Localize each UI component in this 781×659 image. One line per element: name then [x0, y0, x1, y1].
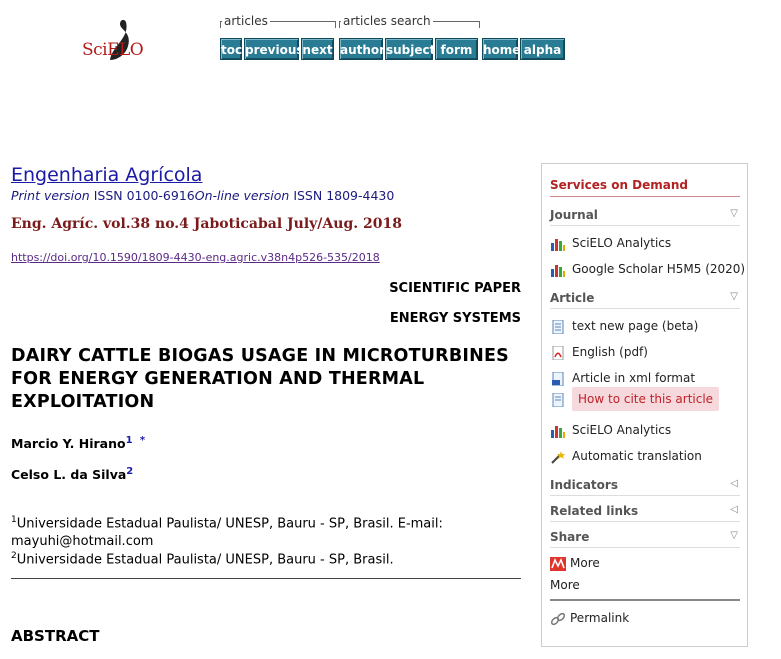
divider	[11, 578, 521, 579]
issn-online-label: On-line version	[194, 188, 290, 203]
article-item-label: text new page (beta)	[572, 319, 699, 333]
chevron-left-icon: ◁	[730, 504, 738, 515]
bar-chart-icon	[551, 425, 565, 438]
articles-group-label: articles	[222, 14, 270, 28]
text-new-page-link[interactable]: text new page (beta)	[550, 319, 698, 334]
bar-chart-icon	[551, 264, 565, 277]
affiliation-1-text: Universidade Estadual Paulista/ UNESP, B…	[11, 516, 443, 550]
scielo-logo[interactable]: SciELO	[78, 16, 148, 72]
journal-item-label: SciELO Analytics	[572, 236, 672, 250]
section-topic: ENERGY SYSTEMS	[389, 311, 521, 326]
subject-button[interactable]: subject	[385, 38, 435, 60]
author-1-affiliation-link[interactable]: 1	[126, 435, 133, 446]
share-icon	[550, 556, 566, 571]
article-scielo-analytics[interactable]: SciELO Analytics	[550, 423, 671, 438]
issn-print-label: Print version	[11, 188, 90, 203]
how-to-cite-link[interactable]: How to cite this article	[550, 387, 720, 411]
services-sidebar: Services on Demand Journal ▽ SciELO Anal…	[541, 163, 748, 647]
google-scholar-link[interactable]: Google Scholar H5M5 (2020)	[550, 262, 745, 277]
share-divider	[550, 599, 740, 601]
affiliation-2: 2Universidade Estadual Paulista/ UNESP, …	[11, 547, 491, 569]
chevron-down-icon: ▽	[730, 208, 738, 219]
author-1-correspondence-link[interactable]: *	[140, 435, 145, 446]
permalink-link[interactable]: Permalink	[550, 611, 629, 626]
related-links-section-toggle[interactable]: Related links ◁	[550, 504, 740, 522]
xml-format-link[interactable]: Article in xml format	[550, 371, 695, 386]
article-section-toggle[interactable]: Article ▽	[550, 291, 740, 309]
home-button[interactable]: home	[482, 38, 520, 60]
indicators-section-toggle[interactable]: Indicators ◁	[550, 478, 740, 496]
doi-link[interactable]: https://doi.org/10.1590/1809-4430-eng.ag…	[11, 251, 380, 264]
magic-wand-icon	[551, 450, 565, 464]
share-section-toggle[interactable]: Share ▽	[550, 530, 740, 548]
author-2-affiliation-link[interactable]: 2	[126, 466, 133, 477]
section-type: SCIENTIFIC PAPER	[389, 281, 521, 296]
document-icon	[552, 392, 564, 407]
issn-print: ISSN 0100-6916	[93, 188, 195, 203]
share-section-label: Share	[550, 530, 590, 544]
toc-button[interactable]: toc	[220, 38, 242, 60]
journal-item-label: Google Scholar H5M5 (2020)	[572, 262, 746, 276]
logo-text: SciELO	[82, 40, 144, 60]
issn-online: ISSN 1809-4430	[293, 188, 395, 203]
link-icon	[550, 612, 566, 625]
form-button[interactable]: form	[435, 38, 478, 60]
alpha-button[interactable]: alpha	[520, 38, 565, 60]
next-button[interactable]: next	[301, 38, 334, 60]
share-more-button[interactable]: More	[550, 556, 600, 571]
indicators-section-label: Indicators	[550, 478, 618, 492]
permalink-label: Permalink	[570, 611, 630, 625]
article-item-label: Article in xml format	[572, 371, 696, 385]
automatic-translation-link[interactable]: Automatic translation	[550, 449, 702, 464]
article-item-label: Automatic translation	[572, 449, 702, 463]
author-1: Marcio Y. Hirano1 *	[11, 434, 145, 451]
journal-title-link[interactable]: Engenharia Agrícola	[11, 164, 202, 186]
heading-divider	[550, 196, 740, 197]
article-item-label: English (pdf)	[572, 345, 648, 359]
bar-chart-icon	[551, 238, 565, 251]
document-icon	[552, 319, 564, 334]
search-group-label: articles search	[341, 14, 433, 28]
xml-document-icon	[552, 371, 564, 386]
author-2-name: Celso L. da Silva	[11, 467, 127, 483]
journal-section-toggle[interactable]: Journal ▽	[550, 208, 740, 226]
article-item-label: How to cite this article	[572, 387, 720, 411]
share-more-link[interactable]: More	[550, 578, 580, 592]
chevron-left-icon: ◁	[730, 478, 738, 489]
article-title: DAIRY CATTLE BIOGAS USAGE IN MICROTURBIN…	[11, 346, 509, 412]
article-section-label: Article	[550, 291, 595, 305]
author-1-name: Marcio Y. Hirano	[11, 436, 126, 452]
issue-info: Eng. Agríc. vol.38 no.4 Jaboticabal July…	[11, 216, 402, 232]
abstract-heading: ABSTRACT	[11, 627, 100, 645]
related-links-section-label: Related links	[550, 504, 639, 518]
chevron-down-icon: ▽	[730, 291, 738, 302]
share-more-label: More	[570, 556, 600, 570]
author-button[interactable]: author	[339, 38, 385, 60]
pdf-icon	[552, 345, 564, 360]
issn-line: Print version ISSN 0100-6916On-line vers…	[11, 188, 394, 203]
english-pdf-link[interactable]: English (pdf)	[550, 345, 648, 360]
journal-scielo-analytics[interactable]: SciELO Analytics	[550, 236, 671, 251]
previous-button[interactable]: previous	[244, 38, 304, 60]
chevron-down-icon: ▽	[730, 530, 738, 541]
affiliation-2-text: Universidade Estadual Paulista/ UNESP, B…	[16, 552, 394, 568]
article-item-label: SciELO Analytics	[572, 423, 672, 437]
journal-section-label: Journal	[550, 208, 598, 222]
affiliation-1: 1Universidade Estadual Paulista/ UNESP, …	[11, 511, 491, 551]
author-2: Celso L. da Silva2	[11, 465, 133, 482]
services-heading: Services on Demand	[550, 178, 689, 192]
